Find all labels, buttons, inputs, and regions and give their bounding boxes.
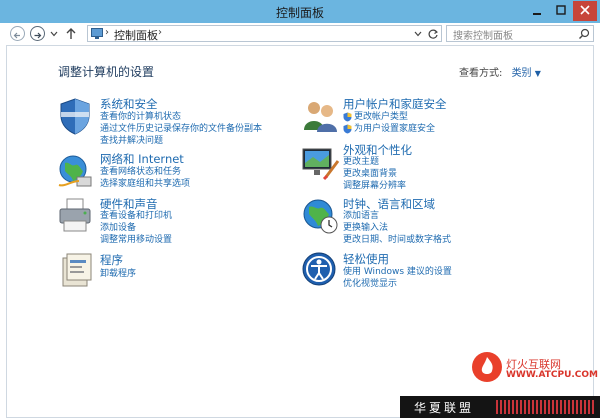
- bottom-banner: 华夏联盟: [400, 396, 600, 418]
- maximize-button[interactable]: [549, 1, 573, 21]
- link-network-status[interactable]: 查看网络状态和任务: [100, 166, 181, 178]
- address-dropdown-icon[interactable]: [414, 30, 422, 38]
- link-devices-printers[interactable]: 查看设备和打印机: [100, 210, 172, 222]
- link-screen-resolution[interactable]: 调整屏幕分辨率: [343, 180, 406, 192]
- category-programs[interactable]: 程序: [100, 252, 123, 268]
- clock-globe-icon[interactable]: [300, 196, 340, 236]
- link-date-time-format[interactable]: 更改日期、时间或数字格式: [343, 234, 451, 246]
- watermark-logo: [472, 352, 502, 382]
- printer-icon[interactable]: [55, 195, 95, 235]
- user-accounts-icon[interactable]: [300, 96, 340, 136]
- link-homegroup-sharing[interactable]: 选择家庭组和共享选项: [100, 178, 190, 190]
- search-placeholder: 搜索控制面板: [453, 31, 513, 42]
- category-ease-of-access[interactable]: 轻松使用: [343, 251, 389, 267]
- maximize-icon: [556, 5, 566, 15]
- programs-icon[interactable]: [55, 250, 95, 290]
- breadcrumb-control-panel[interactable]: 控制面板: [114, 27, 158, 43]
- close-button[interactable]: [573, 1, 597, 21]
- uac-shield-icon: [343, 112, 352, 122]
- watermark-url: WWW.ATCPU.COM: [506, 370, 599, 380]
- view-by-label: 查看方式:: [459, 68, 503, 79]
- flame-icon: [481, 357, 493, 374]
- link-family-safety[interactable]: 为用户设置家庭安全: [354, 123, 435, 135]
- banner-site-name: 华夏联盟: [414, 401, 475, 415]
- search-icon[interactable]: [578, 28, 590, 40]
- link-add-language[interactable]: 添加语言: [343, 210, 379, 222]
- address-field[interactable]: › 控制面板 ›: [87, 25, 442, 42]
- control-panel-icon: [91, 28, 103, 39]
- link-change-input-method[interactable]: 更换输入法: [343, 222, 388, 234]
- category-network-internet[interactable]: 网络和 Internet: [100, 151, 184, 167]
- page-heading: 调整计算机的设置: [58, 65, 155, 79]
- watermark: 灯火互联网 WWW.ATCPU.COM: [472, 348, 598, 392]
- forward-button[interactable]: [30, 26, 45, 41]
- shield-icon[interactable]: [55, 96, 95, 136]
- forward-arrow-icon: [34, 32, 42, 39]
- recent-pages-chevron-icon[interactable]: [50, 30, 58, 38]
- view-by-chevron-icon[interactable]: ▼: [535, 69, 541, 78]
- link-change-account-type[interactable]: 更改帐户类型: [354, 111, 408, 123]
- minimize-icon: [533, 13, 541, 15]
- ease-of-access-icon[interactable]: [300, 250, 340, 290]
- link-recommended-settings[interactable]: 使用 Windows 建议的设置: [343, 266, 452, 278]
- link-view-computer-status[interactable]: 查看你的计算机状态: [100, 111, 181, 123]
- uac-shield-icon: [343, 124, 352, 134]
- link-uninstall-program[interactable]: 卸载程序: [100, 268, 136, 280]
- view-by: 查看方式: 类别 ▼: [459, 64, 541, 79]
- minimize-button[interactable]: [525, 1, 549, 21]
- network-globe-icon[interactable]: [55, 151, 95, 191]
- back-arrow-icon: [13, 32, 20, 39]
- breadcrumb-chevron-icon[interactable]: ›: [158, 27, 162, 38]
- back-button[interactable]: [10, 26, 25, 41]
- link-mobility-settings[interactable]: 调整常用移动设置: [100, 234, 172, 246]
- category-user-accounts[interactable]: 用户帐户和家庭安全: [343, 96, 447, 112]
- link-optimize-visual-display[interactable]: 优化视觉显示: [343, 278, 397, 290]
- title-bar: 控制面板: [0, 0, 600, 23]
- link-desktop-background[interactable]: 更改桌面背景: [343, 168, 397, 180]
- up-arrow-icon[interactable]: [65, 27, 77, 40]
- breadcrumb-separator-icon[interactable]: ›: [105, 27, 109, 38]
- banner-graphic: [496, 400, 596, 414]
- refresh-icon[interactable]: [427, 28, 439, 40]
- category-system-security[interactable]: 系统和安全: [100, 96, 158, 112]
- navigation-bar: › 控制面板 › 搜索控制面板: [6, 23, 594, 45]
- link-troubleshoot[interactable]: 查找并解决问题: [100, 135, 163, 147]
- close-icon: [580, 5, 590, 15]
- search-input[interactable]: 搜索控制面板: [446, 25, 594, 42]
- view-by-dropdown[interactable]: 类别: [512, 68, 532, 79]
- link-change-theme[interactable]: 更改主题: [343, 156, 379, 168]
- appearance-icon[interactable]: [300, 143, 340, 183]
- link-file-history-backup[interactable]: 通过文件历史记录保存你的文件备份副本: [100, 123, 262, 135]
- link-add-device[interactable]: 添加设备: [100, 222, 136, 234]
- window-title: 控制面板: [275, 6, 324, 20]
